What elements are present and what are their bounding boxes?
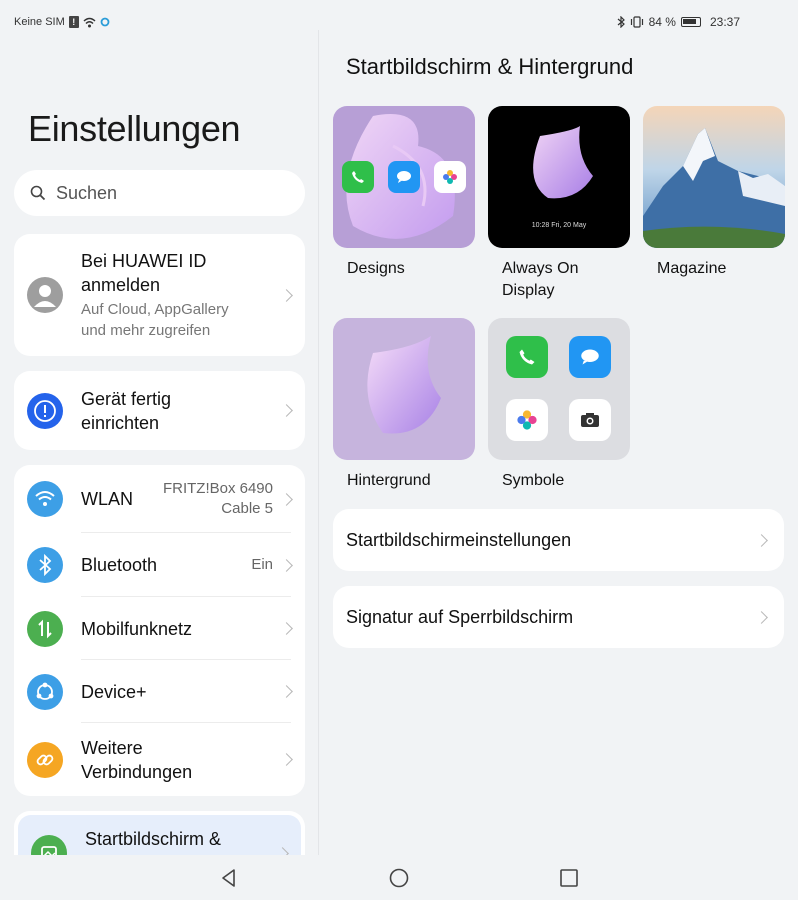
camera-app-icon [569, 399, 611, 441]
chevron-right-icon [280, 404, 293, 417]
wallpaper-label: Hintergrund [347, 472, 431, 489]
designs-label: Designs [347, 260, 405, 277]
home-icon[interactable] [388, 867, 410, 889]
chevron-right-icon [276, 847, 289, 855]
bluetooth-icon [27, 547, 63, 583]
aod-time: 10:28 [531, 222, 550, 229]
chevron-right-icon [755, 610, 768, 624]
setup-line1: Gerät fertig [81, 388, 172, 409]
mobile-network-label: Mobilfunknetz [81, 618, 193, 639]
wlan-network-line1: FRITZ!Box 6490 [162, 480, 273, 497]
account-title-line1: Bei HUAWEI ID [81, 251, 207, 271]
battery-percent: 84 % [648, 15, 676, 29]
device-plus-icon [27, 673, 63, 710]
bluetooth-label: Bluetooth [81, 555, 158, 575]
more-connections-item[interactable]: Weitere Verbindungen [14, 723, 305, 796]
detail-title: Startbildschirm & Hintergrund [346, 54, 634, 79]
more-connections-line1: Weitere [81, 737, 143, 758]
battery-icon [680, 17, 701, 27]
gallery-app-icon [434, 161, 466, 193]
chevron-right-icon [280, 492, 293, 506]
clock: 23:37 [709, 15, 740, 29]
huawei-id-card[interactable]: Bei HUAWEI ID anmelden Auf Cloud, AppGal… [14, 234, 305, 356]
home-wallpaper-icon [31, 835, 67, 855]
vibrate-status-icon [630, 16, 643, 28]
wlan-value: FRITZ!Box 6490 Cable 5 [163, 479, 273, 519]
account-sub-line2: und mehr zugreifen [81, 322, 211, 339]
chevron-right-icon [280, 558, 293, 572]
connections-card: WLAN FRITZ!Box 6490 Cable 5 Bluetooth Ei… [14, 465, 305, 796]
settings-list-pane: Einstellungen Suchen Bei HUAWEI ID anmel… [0, 0, 318, 855]
more-connections-line2: Verbindungen [81, 761, 193, 782]
chevron-right-icon [280, 622, 293, 635]
gallery-app-icon [506, 399, 548, 441]
wlan-item[interactable]: WLAN FRITZ!Box 6490 Cable 5 [14, 465, 305, 533]
messages-app-icon [569, 336, 611, 378]
icons-tile[interactable] [488, 318, 630, 460]
wlan-label: WLAN [81, 489, 134, 509]
chevron-right-icon [755, 533, 768, 547]
home-screen-settings-label: Startbildschirmeinstellungen [346, 529, 572, 550]
mountain-artwork [643, 128, 785, 248]
home-screen-label: Startbildschirm & [85, 829, 222, 849]
messages-app-icon [388, 161, 420, 193]
device-plus-label: Device+ [81, 681, 147, 702]
home-screen-settings-item[interactable]: Startbildschirmeinstellungen [333, 509, 784, 571]
setup-line2: einrichten [81, 412, 160, 433]
mobile-network-item[interactable]: Mobilfunknetz [14, 597, 305, 660]
search-input[interactable]: Suchen [14, 170, 305, 216]
always-on-display-label: Always On Display [502, 258, 578, 302]
avatar-icon [27, 277, 63, 313]
pane-divider [318, 30, 319, 860]
wifi-icon [27, 481, 63, 517]
link-icon [27, 741, 63, 778]
aod-label-line2: Display [502, 282, 555, 299]
aod-label-line1: Always On [502, 260, 579, 277]
wlan-network-line2: Cable 5 [221, 500, 273, 517]
back-icon[interactable] [218, 867, 240, 889]
bluetooth-item[interactable]: Bluetooth Ein [14, 533, 305, 597]
account-title-line2: anmelden [81, 275, 161, 295]
aod-clock: 10:28 Fri, 20 May [488, 222, 630, 229]
always-on-display-tile[interactable]: 10:28 Fri, 20 May [488, 106, 630, 248]
wallpaper-tile[interactable] [333, 318, 475, 460]
bluetooth-status-icon [617, 16, 625, 28]
chevron-right-icon [280, 685, 293, 698]
chevron-right-icon [280, 753, 293, 766]
page-title: Einstellungen [28, 108, 241, 149]
lock-screen-signature-item[interactable]: Signatur auf Sperrbildschirm [333, 586, 784, 648]
designs-tile[interactable] [333, 106, 475, 248]
recents-icon[interactable] [558, 867, 580, 889]
phone-app-icon [506, 336, 548, 378]
account-sub-line1: Auf Cloud, AppGallery [81, 301, 229, 318]
navigation-bar [0, 855, 798, 900]
home-screen-item[interactable]: Startbildschirm & [14, 811, 305, 855]
device-setup-card[interactable]: Gerät fertig einrichten [14, 371, 305, 450]
wallpaper-artwork [367, 336, 441, 434]
bluetooth-value: Ein [251, 556, 273, 573]
mobile-data-icon [27, 610, 63, 647]
phone-app-icon [342, 161, 374, 193]
search-icon [30, 185, 46, 201]
device-plus-item[interactable]: Device+ [14, 660, 305, 723]
aod-date: Fri, 20 May [551, 222, 587, 229]
icons-label: Symbole [502, 472, 565, 489]
chevron-right-icon [280, 288, 293, 302]
magazine-label: Magazine [657, 260, 727, 277]
lock-screen-signature-label: Signatur auf Sperrbildschirm [346, 606, 574, 627]
magazine-tile[interactable] [643, 106, 785, 248]
search-placeholder: Suchen [56, 182, 118, 203]
warning-icon [27, 392, 63, 429]
